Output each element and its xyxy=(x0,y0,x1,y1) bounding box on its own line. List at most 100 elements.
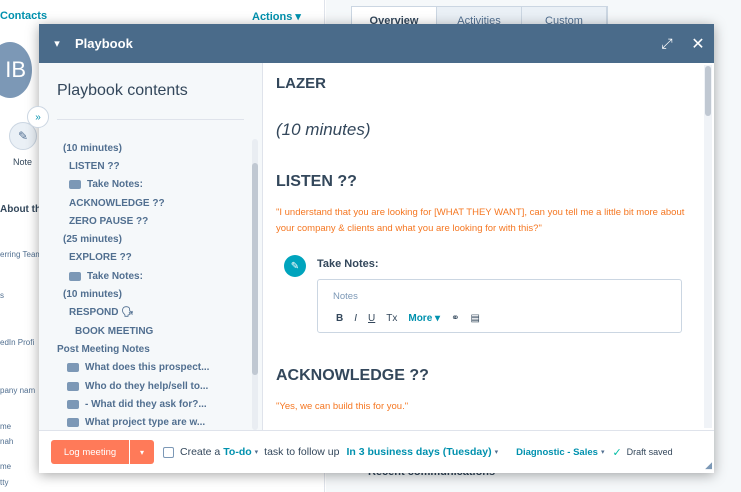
toc-item[interactable]: Who do they help/sell to... xyxy=(57,377,253,395)
toc-item-label: Take Notes: xyxy=(87,179,143,191)
toc-item[interactable]: (10 minutes) xyxy=(57,139,253,157)
toc-item-label: RESPOND 🗣 xyxy=(69,307,134,319)
expand-sidebar-button[interactable]: » xyxy=(27,106,49,128)
about-heading: About th xyxy=(0,204,42,215)
duration-text: (10 minutes) xyxy=(276,120,371,139)
note-label: Note xyxy=(13,157,33,167)
toc-item[interactable]: Post Meeting Notes xyxy=(57,340,253,358)
toc-item-label: Take Notes: xyxy=(87,270,143,282)
question-icon xyxy=(67,381,79,391)
toc-item-label: (10 minutes) xyxy=(63,142,122,154)
rich-text-toolbar: B I U Tx More ▾ ⚭ ▤ xyxy=(336,313,480,324)
toc-item-label: EXPLORE ?? xyxy=(69,252,132,264)
toc-item-label: (25 minutes) xyxy=(63,234,122,246)
clear-format-button[interactable]: Tx xyxy=(386,313,397,324)
playbook-modal: ▾ Playbook ⤢ ✕ Playbook contents (10 min… xyxy=(39,24,714,473)
content-scrollbar[interactable] xyxy=(705,66,711,116)
side-label: me xyxy=(0,462,12,471)
toc-item-label: What project type are w... xyxy=(85,417,206,429)
toc-item[interactable]: - What did they ask for?... xyxy=(57,395,253,413)
checkmark-icon: ✓ xyxy=(612,446,622,459)
modal-footer: Log meeting ▾ Create a To-do ▾ task to f… xyxy=(39,430,714,473)
due-date-dropdown[interactable]: In 3 business days (Tuesday) xyxy=(346,446,491,458)
section-heading: ACKNOWLEDGE ?? xyxy=(276,367,429,384)
caret-down-icon: ▾ xyxy=(254,449,259,456)
content-scrollbar-track xyxy=(704,65,712,428)
create-task-checkbox[interactable] xyxy=(163,446,174,458)
toc-item[interactable]: What does this prospect... xyxy=(57,359,253,377)
toc-list: (10 minutes) LISTEN ?? Take Notes: ACKNOWLE… xyxy=(57,139,253,430)
toc-item-label: What does this prospect... xyxy=(85,362,210,374)
toc-scrollbar[interactable] xyxy=(252,163,258,375)
italic-button[interactable]: I xyxy=(354,313,357,324)
toc-item-label: ACKNOWLEDGE ?? xyxy=(69,197,165,209)
more-dropdown[interactable]: More ▾ xyxy=(408,313,440,324)
toc-item-label: ZERO PAUSE ?? xyxy=(69,215,149,227)
snippet-icon[interactable]: ▤ xyxy=(470,313,479,324)
side-label: me xyxy=(0,422,12,431)
log-meeting-dropdown[interactable]: ▾ xyxy=(130,440,154,464)
side-label: erring Team xyxy=(0,250,43,259)
toc-item-label: (10 minutes) xyxy=(63,289,122,301)
divider xyxy=(57,119,244,120)
log-meeting-button[interactable]: Log meeting xyxy=(51,440,129,464)
question-icon xyxy=(67,363,79,373)
section-heading: LISTEN ?? xyxy=(276,173,357,190)
playbook-content: LAZER (10 minutes) LISTEN ?? "I understa… xyxy=(263,63,714,430)
question-icon xyxy=(67,399,79,409)
toc-item[interactable]: Take Notes: xyxy=(57,267,253,285)
toc-item[interactable]: BOOK MEETING xyxy=(57,322,253,340)
toc-item[interactable]: EXPLORE ?? xyxy=(57,249,253,267)
toc-item[interactable]: ACKNOWLEDGE ?? xyxy=(57,194,253,212)
side-label: tty xyxy=(0,478,9,487)
follow-text: task to follow up xyxy=(264,446,340,458)
draft-saved-status: Draft saved xyxy=(626,447,673,457)
toc-heading: Playbook contents xyxy=(57,82,188,99)
link-icon[interactable]: ⚭ xyxy=(451,313,459,324)
caret-down-icon: ▾ xyxy=(600,449,605,456)
question-icon xyxy=(69,271,81,281)
double-chevron-right-icon: » xyxy=(35,111,41,123)
toc-item[interactable]: (10 minutes) xyxy=(57,285,253,303)
toc-item[interactable]: (25 minutes) xyxy=(57,230,253,248)
question-icon xyxy=(69,180,81,190)
toc-item[interactable]: What project type are w... xyxy=(57,413,253,430)
playbook-contents-panel: Playbook contents (10 minutes) LISTEN ?? T… xyxy=(39,63,263,430)
caret-down-icon: ▾ xyxy=(139,447,144,457)
modal-title: Playbook xyxy=(75,36,133,51)
toc-item[interactable]: RESPOND 🗣 xyxy=(57,304,253,322)
notes-label: Take Notes: xyxy=(317,258,379,270)
underline-button[interactable]: U xyxy=(368,313,375,324)
question-icon xyxy=(67,418,79,428)
notes-field[interactable]: Notes B I U Tx More ▾ ⚭ ▤ xyxy=(317,279,682,333)
script-quote: "Yes, we can build this for you." xyxy=(276,401,409,412)
pipeline-dropdown[interactable]: Diagnostic - Sales xyxy=(516,447,598,458)
toc-item[interactable]: ZERO PAUSE ?? xyxy=(57,212,253,230)
toc-item[interactable]: Take Notes: xyxy=(57,176,253,194)
avatar: IB xyxy=(0,42,32,98)
side-label: pany nam xyxy=(0,386,36,395)
contacts-link[interactable]: Contacts xyxy=(0,10,47,22)
toc-item-label: - What did they ask for?... xyxy=(85,398,207,410)
modal-body: Playbook contents (10 minutes) LISTEN ?? T… xyxy=(39,63,714,430)
close-icon[interactable]: ✕ xyxy=(682,34,714,54)
script-quote: "I understand that you are looking for [… xyxy=(276,207,685,234)
side-label: nah xyxy=(0,437,14,446)
modal-header: ▾ Playbook ⤢ ✕ xyxy=(39,24,714,63)
toc-item-label: Who do they help/sell to... xyxy=(85,380,209,392)
notes-question-icon: ✎ xyxy=(284,255,306,277)
bold-button[interactable]: B xyxy=(336,313,343,324)
chevron-down-icon[interactable]: ▾ xyxy=(39,37,75,50)
pencil-icon: ✎ xyxy=(17,129,29,143)
section-heading: LAZER xyxy=(276,75,326,92)
toc-item-label: BOOK MEETING xyxy=(75,325,154,337)
expand-icon[interactable]: ⤢ xyxy=(652,35,682,52)
toc-item-label: LISTEN ?? xyxy=(69,160,120,172)
notes-placeholder: Notes xyxy=(333,291,358,302)
toc-item[interactable]: LISTEN ?? xyxy=(57,157,253,175)
side-label: s xyxy=(0,291,4,300)
caret-down-icon: ▾ xyxy=(494,449,499,456)
actions-dropdown[interactable]: Actions ▾ xyxy=(252,10,301,23)
task-type-dropdown[interactable]: To-do xyxy=(223,446,251,458)
resize-handle-icon[interactable]: ◢ xyxy=(705,460,712,471)
